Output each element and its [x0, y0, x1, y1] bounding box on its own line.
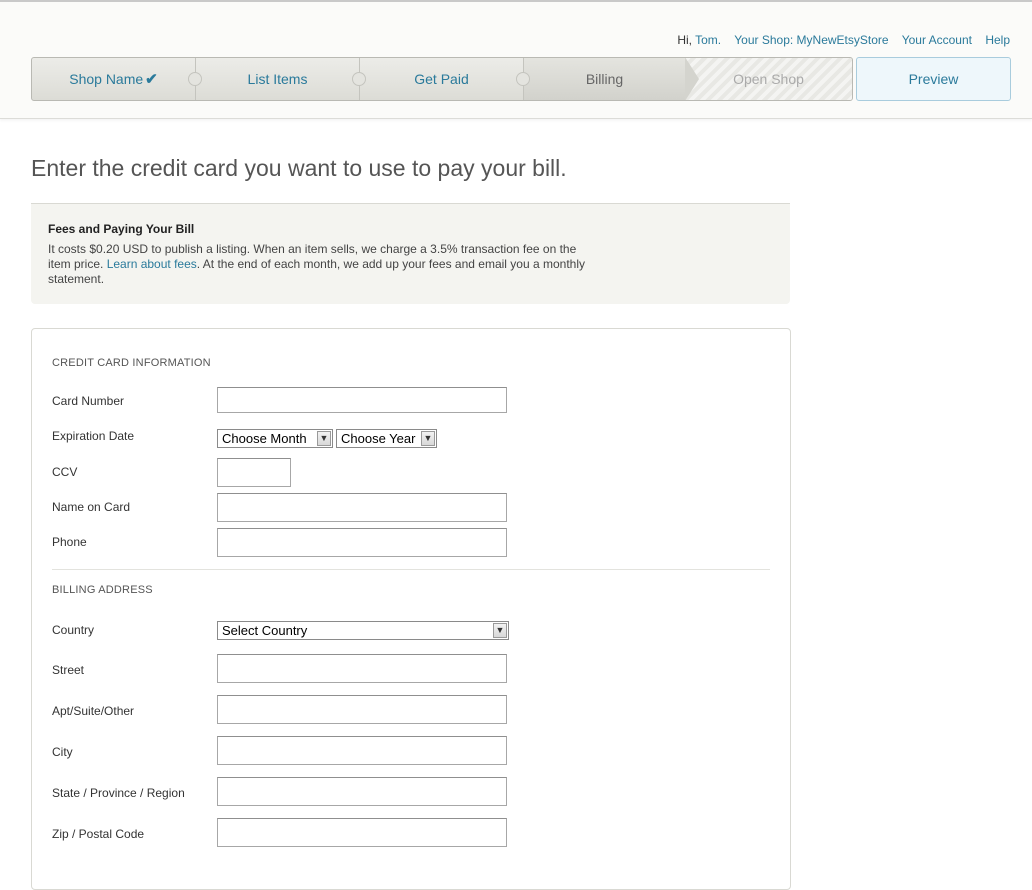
month-select-value: Choose Month: [222, 431, 307, 446]
expiration-year-select[interactable]: Choose Year ▼: [336, 429, 437, 448]
step-label: Billing: [585, 71, 624, 87]
step-connector: [352, 72, 366, 86]
step-list-items[interactable]: List Items: [196, 58, 366, 100]
checkmark-icon: ✔: [145, 71, 158, 88]
step-label: List Items: [247, 71, 308, 87]
learn-about-fees-link[interactable]: Learn about fees: [107, 257, 197, 271]
country-select[interactable]: Select Country ▼: [217, 621, 509, 640]
step-connector: [188, 72, 202, 86]
preview-button[interactable]: Preview: [856, 57, 1011, 101]
your-shop-link[interactable]: Your Shop: MyNewEtsyStore: [734, 33, 888, 47]
section-divider: [52, 569, 770, 570]
chevron-down-icon: ▼: [421, 431, 435, 446]
city-input[interactable]: [217, 736, 507, 765]
year-select-value: Choose Year: [341, 431, 416, 446]
credit-card-section-heading: CREDIT CARD INFORMATION: [52, 357, 211, 369]
name-on-card-label: Name on Card: [52, 500, 131, 514]
step-open-shop: Open Shop: [685, 58, 852, 100]
step-shop-name[interactable]: Shop Name ✔: [32, 58, 202, 100]
card-number-input[interactable]: [217, 387, 507, 413]
fees-info-box: Fees and Paying Your Bill It costs $0.20…: [31, 203, 790, 304]
phone-label: Phone: [52, 535, 87, 549]
apt-suite-label: Apt/Suite/Other: [52, 704, 135, 718]
user-nav: Hi, Tom. Your Shop: MyNewEtsyStore Your …: [677, 33, 1010, 47]
your-account-link[interactable]: Your Account: [902, 33, 972, 47]
fees-text: It costs $0.20 USD to publish a listing.…: [48, 242, 593, 287]
card-number-label: Card Number: [52, 394, 125, 408]
step-connector: [516, 72, 530, 86]
page-title: Enter the credit card you want to use to…: [31, 155, 567, 181]
expiration-month-select[interactable]: Choose Month ▼: [217, 429, 333, 448]
billing-address-section-heading: BILLING ADDRESS: [52, 584, 153, 596]
step-label: Open Shop: [733, 71, 804, 87]
chevron-down-icon: ▼: [493, 623, 507, 638]
step-get-paid[interactable]: Get Paid: [360, 58, 530, 100]
phone-input[interactable]: [217, 528, 507, 557]
user-name-link[interactable]: Tom.: [695, 33, 721, 47]
apt-suite-input[interactable]: [217, 695, 507, 724]
zip-input[interactable]: [217, 818, 507, 847]
header: Hi, Tom. Your Shop: MyNewEtsyStore Your …: [0, 2, 1032, 119]
help-link[interactable]: Help: [985, 33, 1010, 47]
expiration-date-label: Expiration Date: [52, 429, 135, 443]
city-label: City: [52, 745, 73, 759]
state-label: State / Province / Region: [52, 786, 185, 800]
zip-label: Zip / Postal Code: [52, 827, 145, 841]
shop-setup-steps: Shop Name ✔ List Items Get Paid Billing O…: [31, 57, 853, 101]
current-step-arrow: [685, 58, 699, 100]
state-input[interactable]: [217, 777, 507, 806]
ccv-input[interactable]: [217, 458, 291, 487]
step-billing[interactable]: Billing: [524, 58, 685, 100]
country-label: Country: [52, 623, 95, 637]
chevron-down-icon: ▼: [317, 431, 331, 446]
ccv-label: CCV: [52, 465, 78, 479]
step-label: Shop Name: [69, 71, 144, 87]
greeting-text: Hi,: [677, 33, 692, 47]
name-on-card-input[interactable]: [217, 493, 507, 522]
country-select-value: Select Country: [222, 623, 308, 638]
street-label: Street: [52, 663, 85, 677]
billing-form: CREDIT CARD INFORMATION Card Number Expi…: [31, 328, 791, 890]
street-input[interactable]: [217, 654, 507, 683]
fees-heading: Fees and Paying Your Bill: [48, 222, 195, 236]
step-label: Get Paid: [414, 71, 469, 87]
